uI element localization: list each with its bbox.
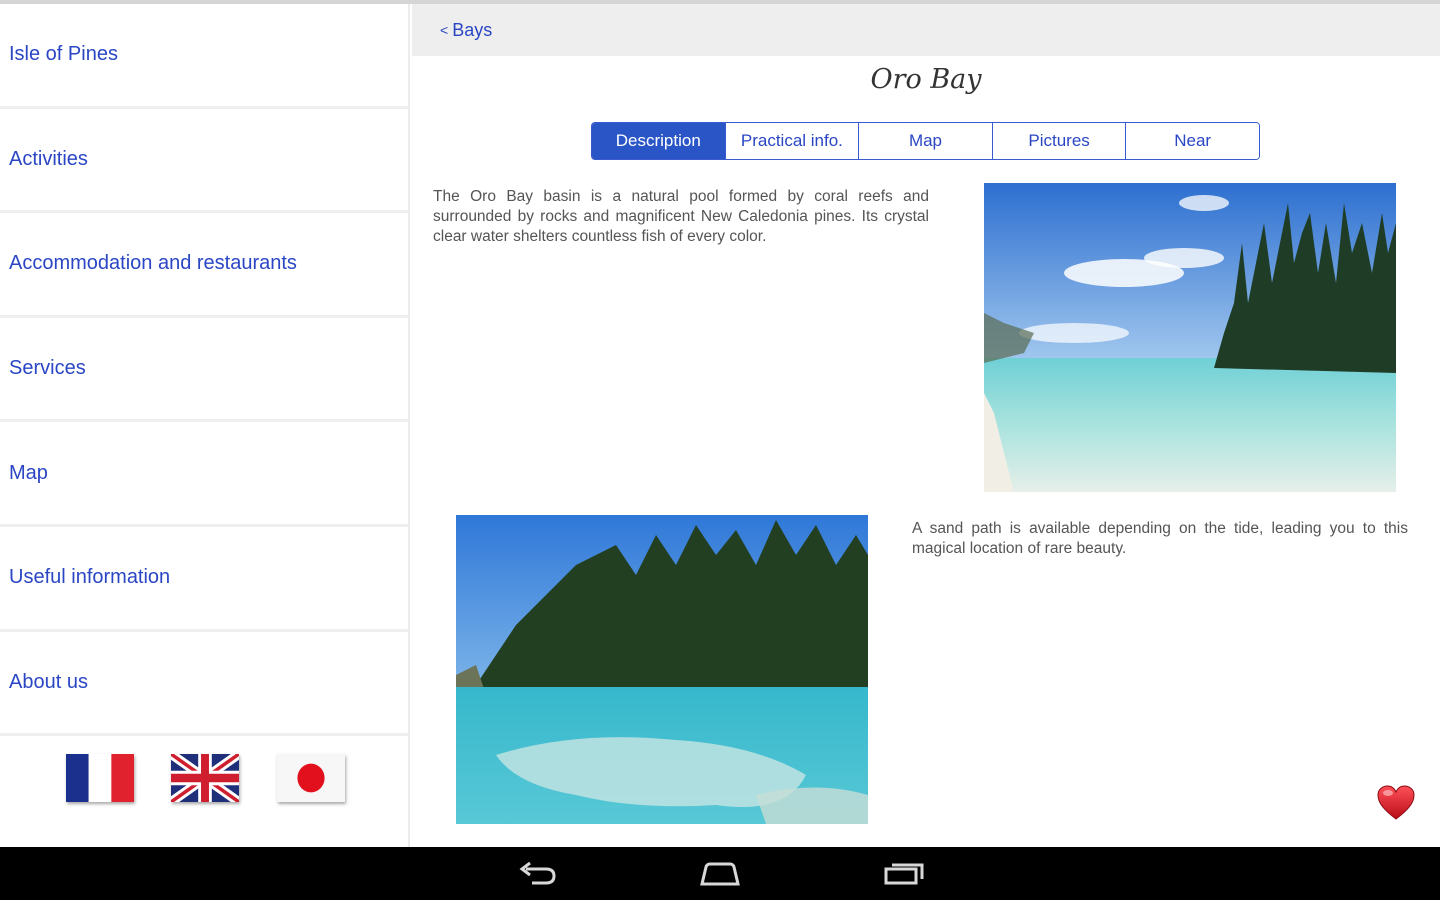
top-bar: < Bays — [412, 4, 1440, 56]
page-title: Oro Bay — [870, 64, 982, 95]
home-icon[interactable] — [698, 859, 742, 889]
sidebar-item-label: Map — [9, 461, 48, 484]
back-link-label: Bays — [452, 19, 493, 40]
language-selector — [0, 735, 410, 847]
sidebar-item-label: Activities — [9, 147, 88, 170]
sidebar-item-useful-information[interactable]: Useful information — [0, 527, 408, 632]
recent-apps-icon[interactable] — [882, 859, 926, 889]
heart-icon[interactable] — [1376, 784, 1416, 822]
sidebar-item-accommodation[interactable]: Accommodation and restaurants — [0, 213, 408, 318]
sidebar-item-services[interactable]: Services — [0, 318, 408, 423]
sidebar-item-label: About us — [9, 670, 88, 693]
france-flag-icon[interactable] — [66, 754, 134, 802]
description-paragraph-1: The Oro Bay basin is a natural pool form… — [433, 188, 929, 245]
tab-description[interactable]: Description — [592, 123, 726, 159]
main-content: < Bays Oro Bay Description Practical inf… — [412, 4, 1440, 847]
tab-practical-info[interactable]: Practical info. — [725, 123, 860, 159]
sidebar-item-activities[interactable]: Activities — [0, 109, 408, 214]
uk-flag-icon[interactable] — [171, 754, 239, 802]
sidebar: Isle of Pines Activities Accommodation a… — [0, 4, 410, 847]
system-nav-bar — [0, 847, 1440, 900]
tab-pictures[interactable]: Pictures — [992, 123, 1127, 159]
sidebar-item-map[interactable]: Map — [0, 422, 408, 527]
sidebar-item-about-us[interactable]: About us — [0, 632, 408, 737]
back-chevron-icon: < — [440, 22, 449, 38]
sidebar-item-label: Services — [9, 357, 86, 380]
japan-flag-icon[interactable] — [277, 754, 345, 802]
sidebar-item-label: Useful information — [9, 566, 171, 589]
description-paragraph-2: A sand path is available depending on th… — [912, 520, 1408, 557]
sidebar-item-label: Isle of Pines — [9, 43, 118, 66]
back-icon[interactable] — [516, 859, 560, 889]
sidebar-item-isle-of-pines[interactable]: Isle of Pines — [0, 4, 408, 109]
sidebar-item-label: Accommodation and restaurants — [9, 252, 297, 275]
bay-photo-2 — [456, 515, 868, 824]
bay-photo-1 — [984, 183, 1396, 492]
tab-bar: Description Practical info. Map Pictures… — [591, 122, 1260, 160]
tab-near[interactable]: Near — [1126, 123, 1259, 159]
back-link[interactable]: < Bays — [440, 20, 492, 41]
tab-map[interactable]: Map — [859, 123, 993, 159]
